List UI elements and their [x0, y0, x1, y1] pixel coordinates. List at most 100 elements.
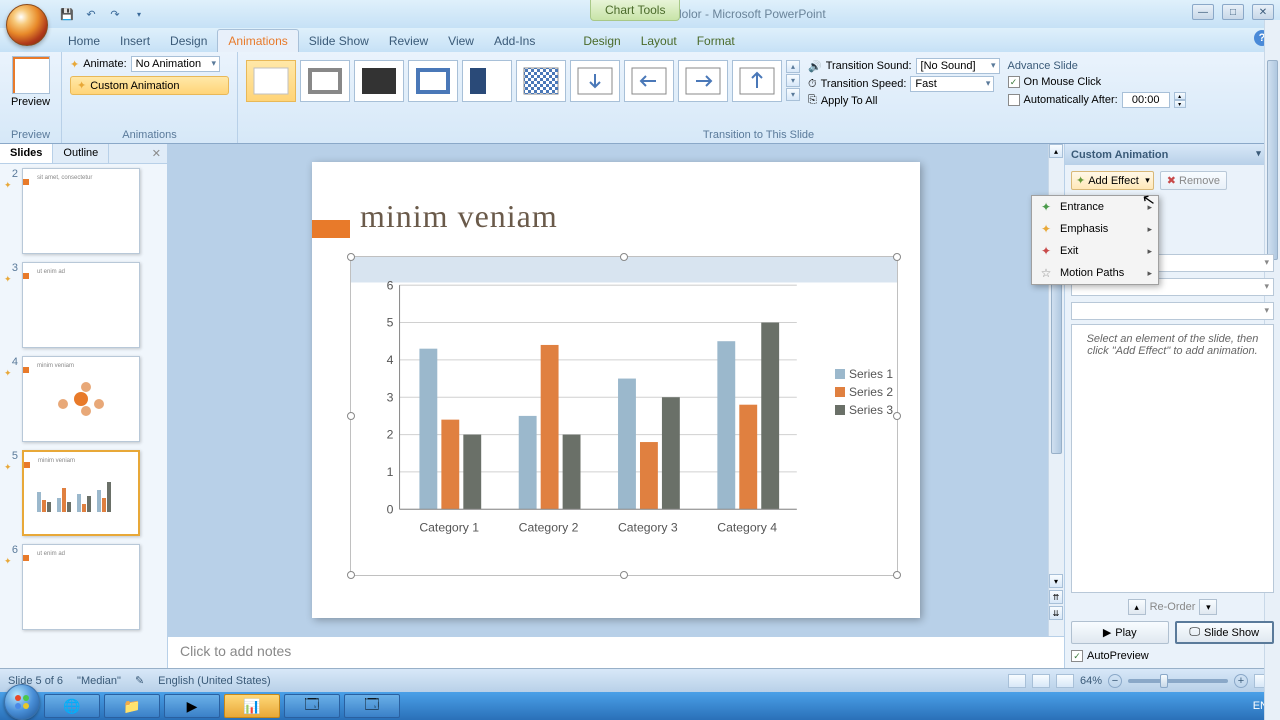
- status-language[interactable]: English (United States): [158, 675, 271, 687]
- menu-emphasis[interactable]: ✦Emphasis: [1032, 218, 1158, 240]
- office-button[interactable]: [6, 4, 48, 46]
- redo-icon[interactable]: ↷: [106, 5, 124, 23]
- apply-to-all-button[interactable]: ⎘Apply To All: [808, 94, 1000, 107]
- menu-entrance[interactable]: ✦Entrance: [1032, 196, 1158, 218]
- play-icon: ▶: [1103, 626, 1111, 639]
- transition-cut[interactable]: [300, 60, 350, 102]
- reorder-down-button[interactable]: ▾: [1199, 599, 1217, 615]
- add-effect-menu: ✦Entrance ✦Emphasis ✦Exit ☆Motion Paths: [1031, 195, 1159, 285]
- menu-motion-paths[interactable]: ☆Motion Paths: [1032, 262, 1158, 284]
- entrance-icon: ✦: [1038, 199, 1054, 215]
- minimize-button[interactable]: —: [1192, 4, 1214, 20]
- notes-pane[interactable]: Click to add notes: [168, 636, 1064, 668]
- auto-after-checkbox[interactable]: [1008, 94, 1020, 106]
- transition-reveal-left[interactable]: [624, 60, 674, 102]
- zoom-out-button[interactable]: −: [1108, 674, 1122, 688]
- exit-icon: ✦: [1038, 243, 1054, 259]
- custom-animation-button[interactable]: ✦ Custom Animation: [70, 76, 229, 95]
- tab-review[interactable]: Review: [379, 30, 438, 52]
- sorter-view-button[interactable]: [1032, 674, 1050, 688]
- transition-fade[interactable]: [354, 60, 404, 102]
- outline-tab[interactable]: Outline: [53, 144, 109, 163]
- slide-thumb-3[interactable]: 3✦ut enim ad: [4, 262, 163, 348]
- reorder-up-button[interactable]: ▴: [1128, 599, 1146, 615]
- qat-dropdown-icon[interactable]: ▾: [130, 5, 148, 23]
- scroll-down-icon[interactable]: ▾: [1049, 574, 1063, 588]
- preview-label: Preview: [11, 96, 50, 108]
- slide-canvas[interactable]: minim veniam 0123456Category 1Category 2…: [312, 162, 920, 618]
- tab-chart-design[interactable]: Design: [573, 30, 630, 52]
- zoom-in-button[interactable]: +: [1234, 674, 1248, 688]
- autopreview-checkbox[interactable]: ✓: [1071, 650, 1083, 662]
- gallery-scroll-down[interactable]: ▾: [786, 74, 800, 87]
- start-button[interactable]: [4, 684, 40, 720]
- scroll-up-icon[interactable]: ▴: [1049, 144, 1063, 158]
- tab-animations[interactable]: Animations: [217, 29, 298, 52]
- transition-reveal-down[interactable]: [570, 60, 620, 102]
- spellcheck-icon[interactable]: ✎: [135, 674, 144, 687]
- gallery-scroll-up[interactable]: ▴: [786, 60, 800, 73]
- svg-text:Category 1: Category 1: [419, 521, 479, 535]
- on-mouse-click-checkbox[interactable]: ✓: [1008, 76, 1020, 88]
- play-button[interactable]: ▶Play: [1071, 621, 1169, 644]
- undo-icon[interactable]: ↶: [82, 5, 100, 23]
- transition-gallery[interactable]: ▴ ▾ ▾: [246, 56, 800, 106]
- normal-view-button[interactable]: [1008, 674, 1026, 688]
- animation-list: Select an element of the slide, then cli…: [1071, 324, 1274, 593]
- tab-chart-layout[interactable]: Layout: [631, 30, 687, 52]
- time-spin-up[interactable]: ▴: [1174, 92, 1186, 100]
- taskbar-powerpoint[interactable]: 📊: [224, 694, 280, 718]
- time-spin-down[interactable]: ▾: [1174, 100, 1186, 108]
- zoom-slider[interactable]: [1128, 679, 1228, 683]
- prev-slide-icon[interactable]: ⇈: [1049, 590, 1063, 604]
- tab-view[interactable]: View: [438, 30, 484, 52]
- slideshow-button[interactable]: 🖵Slide Show: [1175, 621, 1275, 644]
- slide-title[interactable]: minim veniam: [360, 198, 558, 235]
- menu-exit[interactable]: ✦Exit: [1032, 240, 1158, 262]
- transition-split[interactable]: [516, 60, 566, 102]
- transition-speed-label: Transition Speed:: [821, 78, 907, 90]
- preview-group-label: Preview: [8, 127, 53, 141]
- taskbar-app2[interactable]: 🗔: [344, 694, 400, 718]
- taskbar-app1[interactable]: 🗔: [284, 694, 340, 718]
- transition-wipe[interactable]: [462, 60, 512, 102]
- anim-pane-dropdown-icon[interactable]: ▾: [1256, 148, 1261, 161]
- taskbar-ie[interactable]: 🌐: [44, 694, 100, 718]
- slide-thumb-2[interactable]: 2✦sit amet, consectetur: [4, 168, 163, 254]
- tab-addins[interactable]: Add-Ins: [484, 30, 545, 52]
- close-button[interactable]: ✕: [1252, 4, 1274, 20]
- tab-insert[interactable]: Insert: [110, 30, 160, 52]
- save-icon[interactable]: 💾: [58, 5, 76, 23]
- gallery-expand[interactable]: ▾: [786, 88, 800, 101]
- taskbar-explorer[interactable]: 📁: [104, 694, 160, 718]
- maximize-button[interactable]: □: [1222, 4, 1244, 20]
- next-slide-icon[interactable]: ⇊: [1049, 606, 1063, 620]
- transition-sound-select[interactable]: [No Sound]: [916, 58, 1000, 74]
- transition-none[interactable]: [246, 60, 296, 102]
- modify-speed-select[interactable]: [1071, 302, 1274, 320]
- tab-slideshow[interactable]: Slide Show: [299, 30, 379, 52]
- tab-home[interactable]: Home: [58, 30, 110, 52]
- add-effect-button[interactable]: ✦ Add Effect: [1071, 171, 1154, 190]
- slide-thumb-5[interactable]: 5✦minim veniam: [4, 450, 163, 536]
- slides-tab[interactable]: Slides: [0, 144, 53, 163]
- transition-speed-select[interactable]: Fast: [910, 76, 994, 92]
- tab-chart-format[interactable]: Format: [687, 30, 745, 52]
- transition-sound-label: Transition Sound:: [826, 60, 912, 72]
- taskbar-media[interactable]: ▶: [164, 694, 220, 718]
- remove-effect-button[interactable]: ✖ Remove: [1160, 171, 1227, 190]
- transition-push[interactable]: [408, 60, 458, 102]
- svg-text:3: 3: [387, 390, 394, 404]
- tab-design[interactable]: Design: [160, 30, 217, 52]
- slides-panel-close[interactable]: ✕: [146, 144, 167, 163]
- transition-reveal-up[interactable]: [732, 60, 782, 102]
- transition-reveal-right[interactable]: [678, 60, 728, 102]
- slideshow-view-button[interactable]: [1056, 674, 1074, 688]
- preview-button[interactable]: Preview: [8, 56, 53, 108]
- slide-thumb-4[interactable]: 4✦minim veniam: [4, 356, 163, 442]
- animate-dropdown[interactable]: No Animation: [131, 56, 220, 72]
- slide-thumb-6[interactable]: 6✦ut enim ad: [4, 544, 163, 630]
- slide-accent-bar: [312, 220, 350, 238]
- auto-after-time[interactable]: 00:00: [1122, 92, 1170, 108]
- chart-object[interactable]: 0123456Category 1Category 2Category 3Cat…: [350, 256, 898, 576]
